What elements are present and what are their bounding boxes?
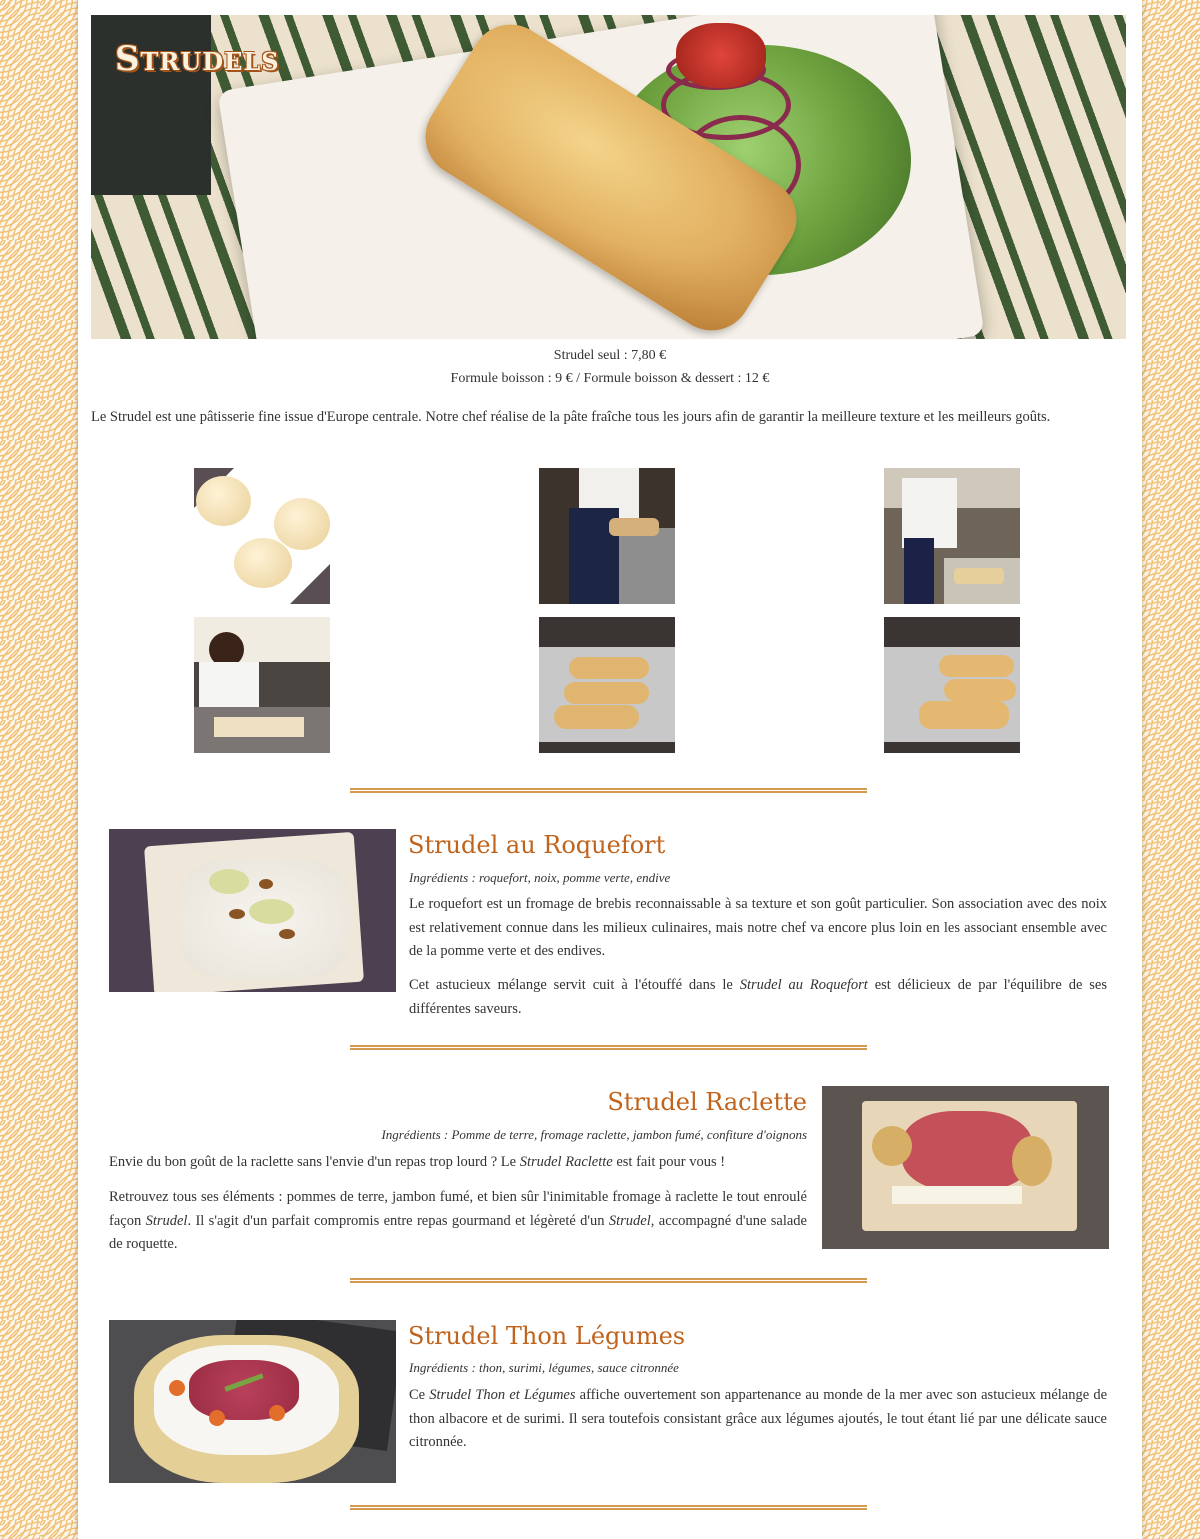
chef-kneading-photo[interactable] (539, 468, 675, 604)
text-segment: Envie du bon goût de la raclette sans l'… (109, 1154, 520, 1170)
raclette-strudel-photo[interactable] (822, 1086, 1109, 1249)
section-divider (350, 788, 867, 793)
recipe-description-raclette-2: Retrouvez tous ses éléments : pommes de … (109, 1186, 807, 1257)
recipe-description-roquefort-2: Cet astucieux mélange servit cuit à l'ét… (409, 974, 1107, 1021)
page-title: Strudels (115, 39, 280, 79)
price-formula: Formule boisson : 9 € / Formule boisson … (450, 371, 770, 386)
recipe-name-emphasis: Strudel au Roquefort (739, 977, 868, 993)
roquefort-strudel-photo[interactable] (109, 829, 396, 992)
recipe-name-emphasis: Strudel (145, 1212, 188, 1229)
recipe-name-emphasis: Strudel Thon et Légumes (429, 1387, 576, 1403)
intro-text: Le Strudel est une pâtisserie fine issue… (91, 409, 1051, 425)
price-single: Strudel seul : 7,80 € (553, 348, 667, 363)
recipe-title-raclette: Strudel Raclette (607, 1088, 807, 1116)
tomato (676, 23, 766, 88)
hero-banner: Strudels (91, 15, 1126, 339)
text-segment: . Il s'agit d'un parfait compromis entre… (187, 1212, 609, 1229)
recipe-ingredients-roquefort: Ingrédients : roquefort, noix, pomme ver… (409, 870, 671, 885)
text-segment: est fait pour vous ! (612, 1154, 726, 1170)
recipe-description-roquefort: Le roquefort est un fromage de brebis re… (409, 896, 1107, 959)
recipe-name-emphasis: Strudel (608, 1212, 651, 1229)
recipe-description-raclette: Envie du bon goût de la raclette sans l'… (109, 1151, 807, 1175)
page-content: Strudels Strudel seul : 7,80 € Formule b… (78, 0, 1142, 1539)
section-divider (350, 1505, 867, 1510)
section-divider (350, 1045, 867, 1050)
recipe-ingredients-raclette: Ingrédients : Pomme de terre, fromage ra… (381, 1127, 807, 1142)
chef-rolling-dough-photo[interactable] (884, 468, 1020, 604)
section-divider (350, 1278, 867, 1283)
recipe-description-thon: Ce Strudel Thon et Légumes affiche ouver… (409, 1384, 1107, 1455)
recipe-title-roquefort: Strudel au Roquefort (408, 831, 666, 859)
strudels-baking-photo[interactable] (884, 617, 1020, 753)
strudels-on-tray-photo[interactable] (539, 617, 675, 753)
recipe-title-thon: Strudel Thon Légumes (408, 1322, 686, 1350)
text-segment: Cet astucieux mélange servit cuit à l'ét… (409, 977, 740, 993)
text-segment: Ce (409, 1387, 430, 1403)
tuna-vegetable-strudel-photo[interactable] (109, 1320, 396, 1483)
recipe-name-emphasis: Strudel Raclette (519, 1154, 613, 1170)
chef-preparing-strudels-photo[interactable] (194, 617, 330, 753)
recipe-ingredients-thon: Ingrédients : thon, surimi, légumes, sau… (409, 1360, 679, 1375)
dough-balls-photo[interactable] (194, 468, 330, 604)
